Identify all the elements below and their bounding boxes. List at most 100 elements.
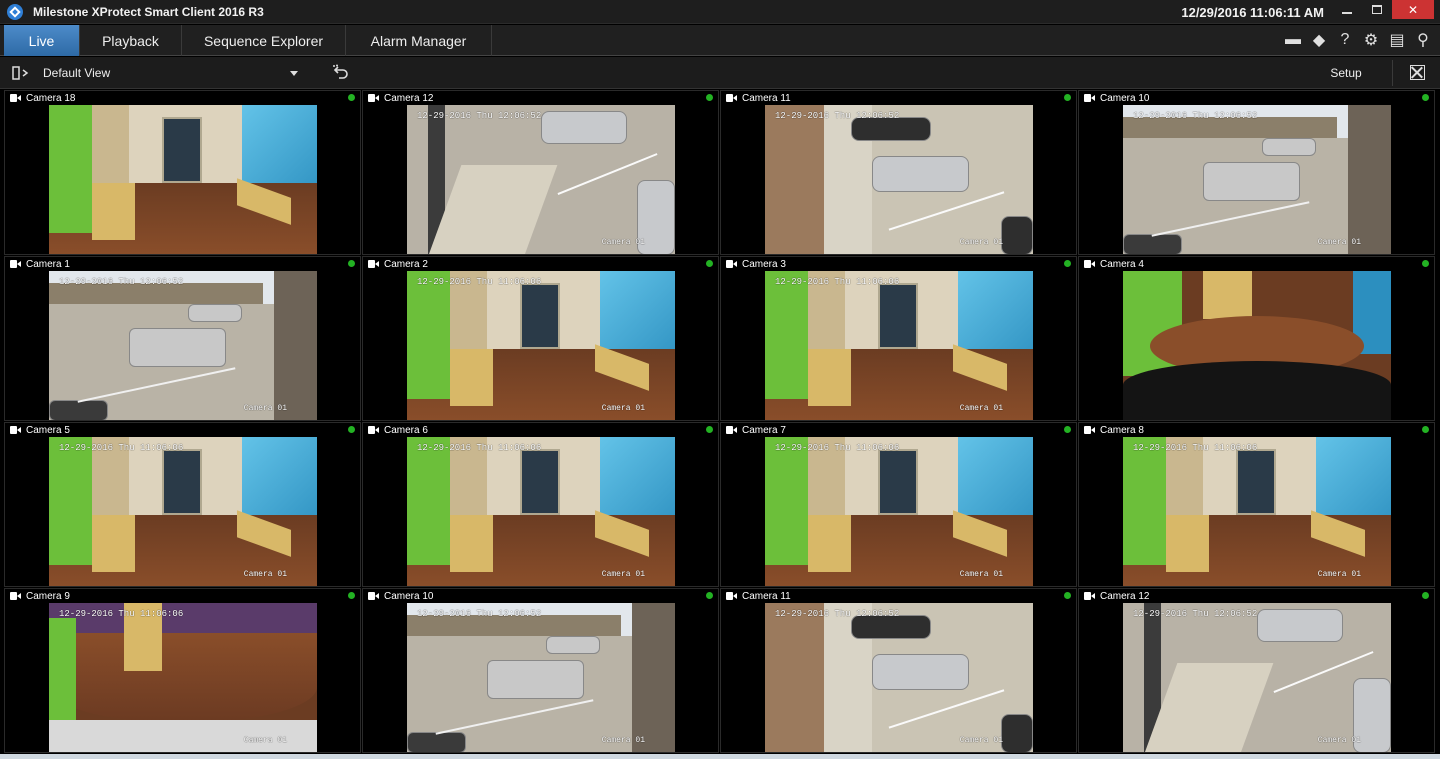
camera-tile-header: Camera 8 <box>1079 423 1434 437</box>
video-overlay-label: Camera 01 <box>959 570 1003 579</box>
live-status-icon <box>348 592 355 599</box>
camera-tile-header: Camera 7 <box>721 423 1076 437</box>
camera-feed[interactable]: 12-29-2016 Thu 11:06:06 Camera 01 <box>407 437 675 586</box>
camera-feed[interactable]: 12-29-2016 Thu 11:06:06 Camera 01 <box>765 437 1033 586</box>
camera-feed[interactable]: 12-29-2016 Thu 11:06:06 Camera 01 <box>49 603 317 752</box>
camera-name: Camera 2 <box>384 258 428 270</box>
main-tab-bar: Live Playback Sequence Explorer Alarm Ma… <box>0 25 1440 56</box>
camera-feed[interactable]: 12-29-2016 Thu 12:06:52 Camera 01 <box>49 271 317 420</box>
close-icon: ✕ <box>1407 2 1419 17</box>
live-status-icon <box>1422 260 1429 267</box>
camera-name: Camera 7 <box>742 424 786 436</box>
camera-tile-header: Camera 9 <box>5 589 360 603</box>
tab-playback[interactable]: Playback <box>80 25 182 56</box>
camera-tile[interactable]: Camera 10 12-29-2016 Thu 12:06:52 Camera 0… <box>1078 90 1435 255</box>
camera-feed[interactable]: 12-29-2016 Thu 11:06:06 Camera 01 <box>765 271 1033 420</box>
live-status-icon <box>1064 94 1071 101</box>
camera-tile[interactable]: Camera 7 12-29-2016 Thu 11:06:06 Camera 01 <box>720 422 1077 587</box>
window-icon[interactable]: ▤ <box>1388 31 1406 49</box>
video-camera-icon <box>726 94 737 102</box>
scene-car <box>487 660 584 699</box>
camera-feed[interactable]: 12-29-2016 Thu 12:06:52 Camera 01 <box>1123 603 1391 752</box>
tab-alarm-manager[interactable]: Alarm Manager <box>346 25 492 56</box>
scene-parking-line <box>77 366 236 403</box>
camera-tile[interactable]: Camera 11 12-29-2016 Thu 12:06:52 Camera 0… <box>720 588 1077 753</box>
video-timestamp: 12-29-2016 Thu 12:06:52 <box>417 609 542 619</box>
video-overlay-label: Camera 01 <box>1317 570 1361 579</box>
camera-feed[interactable]: 12-29-2016 Thu 12:06:52 Camera 01 <box>407 105 675 254</box>
sidebar-toggle-icon[interactable] <box>12 65 30 81</box>
pin-icon[interactable]: ⚲ <box>1414 31 1432 49</box>
video-camera-icon <box>368 94 379 102</box>
camera-feed[interactable]: 12-29-2016 Thu 11:06:06 Camera 01 <box>1123 437 1391 586</box>
camera-feed[interactable] <box>49 105 317 254</box>
scene-desk <box>91 183 135 240</box>
camera-name: Camera 3 <box>742 258 786 270</box>
camera-feed[interactable]: 12-29-2016 Thu 12:06:52 Camera 01 <box>407 603 675 752</box>
scene-green-wall <box>49 618 76 723</box>
video-camera-icon <box>10 592 21 600</box>
live-status-icon <box>706 260 713 267</box>
scene-car <box>1257 609 1343 642</box>
video-camera-icon <box>1084 260 1095 268</box>
camera-tile-header: Camera 10 <box>1079 91 1434 105</box>
camera-tile[interactable]: Camera 6 12-29-2016 Thu 11:06:06 Camera 01 <box>362 422 719 587</box>
camera-tile-header: Camera 5 <box>5 423 360 437</box>
camera-tile-header: Camera 1 <box>5 257 360 271</box>
camera-feed[interactable]: 12-29-2016 Thu 11:06:06 Camera 01 <box>407 271 675 420</box>
camera-tile[interactable]: Camera 10 12-29-2016 Thu 12:06:52 Camera 0… <box>362 588 719 753</box>
close-button[interactable]: ✕ <box>1392 0 1434 19</box>
live-status-icon <box>1422 426 1429 433</box>
camera-feed[interactable]: 12-29-2016 Thu 12:06:52 Camera 01 <box>765 603 1033 752</box>
fullscreen-icon[interactable] <box>1410 65 1425 80</box>
camera-tile[interactable]: Camera 12 12-29-2016 Thu 12:06:52 Camera 0… <box>1078 588 1435 753</box>
scene-car <box>546 636 600 654</box>
minimize-button[interactable] <box>1332 0 1362 19</box>
scene-door <box>519 449 560 515</box>
camera-tile[interactable]: Camera 12 12-29-2016 Thu 12:06:52 Camera 0… <box>362 90 719 255</box>
camera-feed[interactable] <box>1123 271 1391 420</box>
scene-wall <box>1348 105 1391 254</box>
camera-tile[interactable]: Camera 9 12-29-2016 Thu 11:06:06 Camera 01 <box>4 588 361 753</box>
chevron-down-icon <box>290 71 298 76</box>
camera-tile-header: Camera 12 <box>363 91 718 105</box>
undo-view-icon[interactable] <box>332 64 350 82</box>
scene-green-wall <box>407 271 450 399</box>
tab-sequence-explorer[interactable]: Sequence Explorer <box>182 25 346 56</box>
camera-feed[interactable]: 12-29-2016 Thu 12:06:52 Camera 01 <box>1123 105 1391 254</box>
live-status-icon <box>1064 426 1071 433</box>
camera-tile[interactable]: Camera 11 12-29-2016 Thu 12:06:52 Camera 0… <box>720 90 1077 255</box>
camera-tile-header: Camera 18 <box>5 91 360 105</box>
camera-tile[interactable]: Camera 4 <box>1078 256 1435 421</box>
camera-tile[interactable]: Camera 18 <box>4 90 361 255</box>
view-selector[interactable]: Default View <box>37 61 304 85</box>
tab-live[interactable]: Live <box>4 25 80 56</box>
scene-parking-line <box>1151 200 1310 237</box>
scene-wall <box>274 271 317 420</box>
scene-green-wall <box>765 271 808 399</box>
live-status-icon <box>1064 260 1071 267</box>
camera-tile[interactable]: Camera 2 12-29-2016 Thu 11:06:06 Camera 01 <box>362 256 719 421</box>
camera-tile[interactable]: Camera 3 12-29-2016 Thu 11:06:06 Camera 01 <box>720 256 1077 421</box>
video-overlay-label: Camera 01 <box>243 404 287 413</box>
settings-icon[interactable]: ⚙ <box>1362 31 1380 49</box>
scene-green-wall <box>49 437 92 565</box>
setup-button[interactable]: Setup <box>1318 61 1374 85</box>
maximize-button[interactable] <box>1362 0 1392 19</box>
camera-feed[interactable]: 12-29-2016 Thu 11:06:06 Camera 01 <box>49 437 317 586</box>
camera-tile[interactable]: Camera 5 12-29-2016 Thu 11:06:06 Camera 01 <box>4 422 361 587</box>
camera-tile[interactable]: Camera 1 12-29-2016 Thu 12:06:52 Camera 01 <box>4 256 361 421</box>
camera-feed[interactable]: 12-29-2016 Thu 12:06:52 Camera 01 <box>765 105 1033 254</box>
camera-tile-header: Camera 11 <box>721 91 1076 105</box>
scene-brick-wall <box>765 105 824 254</box>
video-camera-icon <box>726 592 737 600</box>
camera-tile-header: Camera 6 <box>363 423 718 437</box>
connection-icon[interactable]: ◆ <box>1310 31 1328 49</box>
video-timestamp: 12-29-2016 Thu 12:06:52 <box>775 609 900 619</box>
camera-tile[interactable]: Camera 8 12-29-2016 Thu 11:06:06 Camera 01 <box>1078 422 1435 587</box>
help-icon[interactable]: ? <box>1336 31 1354 49</box>
view-bar: Default View Setup <box>0 57 1440 89</box>
status-icon[interactable]: ▬ <box>1284 31 1302 49</box>
scene-door <box>161 117 202 183</box>
scene-parking-line <box>435 698 594 735</box>
